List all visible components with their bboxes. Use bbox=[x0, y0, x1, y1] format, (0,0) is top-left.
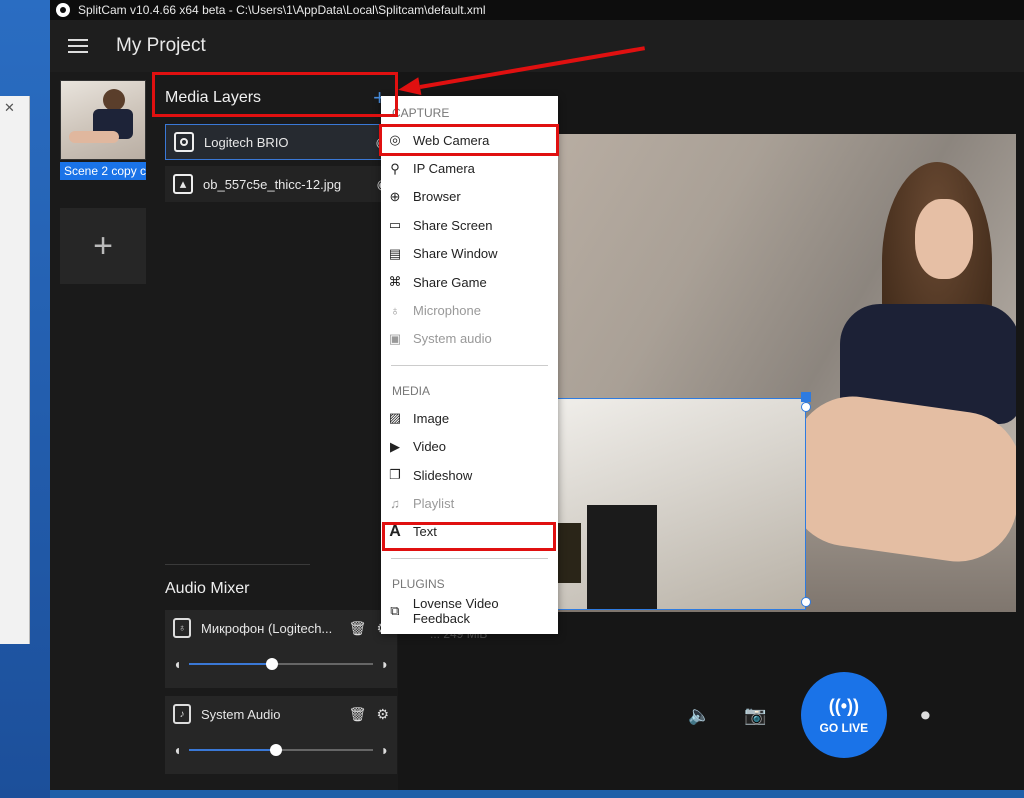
audio-mixer: Audio Mixer ♁ Микрофон (Logitech... 🗑 ⚙ … bbox=[165, 564, 397, 782]
audio-channel-name: Микрофон (Logitech... bbox=[201, 620, 333, 636]
audio-channel: ♁ Микрофон (Logitech... 🗑 ⚙ ◖ ◗ bbox=[165, 610, 397, 688]
menu-item-share-window[interactable]: ▤ Share Window bbox=[381, 240, 558, 268]
window-title: SplitCam v10.4.66 x64 beta - C:\Users\1\… bbox=[78, 3, 486, 17]
add-source-menu: CAPTURE ◎ Web Camera ⚲ IP Camera ⊕ Browser … bbox=[381, 96, 558, 634]
plugin-icon: ⧉ bbox=[390, 603, 400, 619]
scene-label[interactable]: Scene 2 copy c bbox=[60, 162, 146, 180]
annotation-arrow-head bbox=[396, 77, 422, 99]
layer-item-webcam[interactable]: Logitech BRIO ◉ bbox=[165, 124, 397, 160]
audio-channel: ♪ System Audio 🗑 ⚙ ◖ ◗ bbox=[165, 696, 397, 774]
media-layers-panel: Media Layers + Logitech BRIO ◉ ▴ ob_557c… bbox=[150, 72, 398, 790]
gear-icon[interactable]: ⚙ bbox=[376, 706, 389, 723]
microphone-icon: ♁ bbox=[390, 303, 400, 319]
menu-item-ip-camera[interactable]: ⚲ IP Camera bbox=[381, 154, 558, 182]
add-scene-button[interactable]: + bbox=[60, 208, 146, 284]
splitcam-logo-icon bbox=[56, 3, 70, 17]
resize-handle[interactable] bbox=[801, 402, 811, 412]
trash-icon[interactable]: 🗑 bbox=[349, 620, 367, 637]
playlist-icon: ♫ bbox=[390, 495, 400, 511]
video-icon: ▶ bbox=[390, 438, 400, 454]
scenes-panel: Scene 2 copy c + bbox=[50, 72, 150, 790]
menu-item-share-game[interactable]: ⌘ Share Game bbox=[381, 268, 558, 296]
menu-item-lovense[interactable]: ⧉ Lovense Video Feedback bbox=[381, 596, 558, 626]
speaker-icon: ▣ bbox=[388, 330, 402, 346]
camera-icon[interactable]: 📷 bbox=[744, 705, 766, 726]
menu-divider bbox=[391, 558, 548, 560]
webcam-icon bbox=[174, 132, 194, 152]
layer-label: ob_557c5e_thicc-12.jpg bbox=[203, 176, 342, 192]
gamepad-icon: ⌘ bbox=[388, 274, 402, 290]
mute-icon[interactable]: ◖ bbox=[173, 656, 181, 672]
mute-icon[interactable]: ◖ bbox=[173, 742, 181, 758]
menu-item-playlist[interactable]: ♫ Playlist bbox=[381, 489, 558, 517]
layer-item-image[interactable]: ▴ ob_557c5e_thicc-12.jpg ◉ bbox=[165, 166, 397, 202]
audio-channel-name: System Audio bbox=[201, 706, 281, 722]
menu-section-media: MEDIA bbox=[392, 384, 431, 399]
microphone-icon: ♁ bbox=[173, 618, 191, 638]
hamburger-menu-icon[interactable] bbox=[68, 39, 88, 53]
go-live-button[interactable]: ((•)) GO LIVE bbox=[800, 672, 887, 758]
annotation-box bbox=[152, 72, 398, 117]
menu-divider bbox=[391, 365, 548, 367]
broadcast-icon: ((•)) bbox=[828, 695, 859, 716]
scene-thumbnail[interactable] bbox=[60, 80, 146, 160]
system-audio-icon: ♪ bbox=[173, 704, 191, 724]
rotate-handle[interactable] bbox=[801, 392, 811, 402]
titlebar: SplitCam v10.4.66 x64 beta - C:\Users\1\… bbox=[50, 0, 1024, 20]
volume-slider[interactable] bbox=[189, 744, 373, 756]
layer-label: Logitech BRIO bbox=[204, 134, 289, 150]
globe-icon: ⊕ bbox=[389, 188, 401, 204]
menu-section-plugins: PLUGINS bbox=[392, 577, 445, 592]
menu-item-share-screen[interactable]: ▭ Share Screen bbox=[381, 211, 558, 239]
window-icon: ▤ bbox=[388, 245, 402, 261]
menu-item-image[interactable]: ▨ Image bbox=[381, 404, 558, 432]
image-icon: ▴ bbox=[173, 174, 193, 194]
menu-item-microphone[interactable]: ♁ Microphone bbox=[381, 296, 558, 324]
menu-section-capture: CAPTURE bbox=[392, 106, 450, 120]
speaker-icon[interactable]: ◗ bbox=[381, 742, 389, 758]
annotation-box bbox=[379, 124, 559, 156]
project-title[interactable]: My Project bbox=[116, 35, 206, 57]
resize-handle[interactable] bbox=[801, 597, 811, 607]
image-icon: ▨ bbox=[388, 410, 402, 426]
speaker-icon[interactable]: ◗ bbox=[381, 656, 389, 672]
bottom-controls: 🔈 📷 ((•)) GO LIVE ⏺ bbox=[688, 672, 930, 758]
volume-slider[interactable] bbox=[189, 658, 373, 670]
close-icon[interactable]: ✕ bbox=[4, 100, 15, 116]
go-live-label: GO LIVE bbox=[819, 720, 869, 735]
menu-item-browser[interactable]: ⊕ Browser bbox=[381, 183, 558, 211]
trash-icon[interactable]: 🗑 bbox=[349, 706, 367, 723]
volume-icon[interactable]: 🔈 bbox=[688, 705, 710, 726]
record-icon[interactable]: ⏺ bbox=[921, 705, 930, 726]
menu-item-system-audio[interactable]: ▣ System audio bbox=[381, 325, 558, 353]
background-window: ✕ bbox=[0, 96, 30, 644]
screen-icon: ▭ bbox=[388, 217, 402, 233]
webcam-overlay[interactable] bbox=[540, 398, 806, 610]
menu-item-video[interactable]: ▶ Video bbox=[381, 433, 558, 461]
menu-item-slideshow[interactable]: ❐ Slideshow bbox=[381, 461, 558, 489]
preview-canvas[interactable] bbox=[540, 134, 1016, 612]
slideshow-icon: ❐ bbox=[389, 467, 401, 483]
audio-mixer-title: Audio Mixer bbox=[165, 580, 250, 597]
annotation-box bbox=[382, 522, 556, 551]
ip-camera-icon: ⚲ bbox=[390, 160, 400, 176]
